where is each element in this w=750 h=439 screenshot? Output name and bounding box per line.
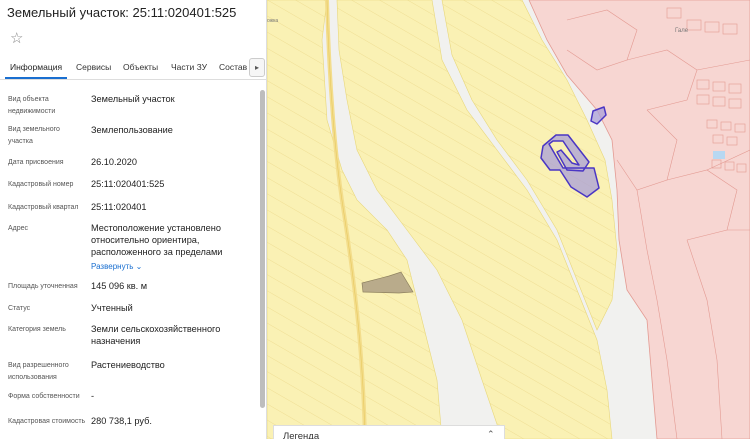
- cadastral-value: 280 738,1 руб.: [91, 416, 152, 426]
- row-label: Площадь уточненная: [8, 283, 78, 290]
- row-label: Адрес: [8, 225, 29, 232]
- legend-label: Легенда: [283, 431, 320, 439]
- row-value: 26.10.2020: [91, 157, 137, 167]
- row-label: Статус: [8, 305, 31, 312]
- chevron-down-icon: ⌄: [135, 262, 143, 271]
- active-tab-indicator: [5, 77, 67, 79]
- tab-information[interactable]: Информация: [10, 62, 62, 72]
- address-value: Местоположение установлено относительно …: [91, 223, 223, 257]
- chevron-right-icon[interactable]: ▸: [249, 58, 265, 77]
- row-label: Вид разрешенного использования: [8, 362, 69, 381]
- tab-objects[interactable]: Объекты: [123, 62, 158, 72]
- star-icon[interactable]: ☆: [10, 31, 26, 47]
- road-label: ожка: [267, 18, 279, 24]
- expand-link-label: Развернуть: [91, 262, 134, 271]
- expand-link[interactable]: Развернуть ⌄: [91, 262, 142, 271]
- row-value: Земельный участок: [91, 94, 175, 104]
- chevron-up-icon[interactable]: ⌃: [487, 429, 495, 439]
- area-value: 145 096 кв. м: [91, 281, 148, 291]
- row-label: Дата присвоения: [8, 159, 64, 166]
- row-label: Кадастровая стоимость: [8, 418, 86, 425]
- row-label: Кадастровый квартал: [8, 204, 79, 211]
- cadastral-number: 25:11:020401:525: [91, 179, 165, 189]
- cadastral-map[interactable]: ожка Гале: [267, 0, 750, 439]
- info-panel: Земельный участок: 25:11:020401:525 ☆ Ин…: [0, 0, 267, 439]
- tab-services[interactable]: Сервисы: [76, 62, 111, 72]
- tab-composition[interactable]: Состав: [219, 62, 247, 72]
- legend-panel[interactable]: Легенда ⌃: [273, 425, 505, 439]
- row-value: Растениеводство: [91, 360, 165, 370]
- row-value: Землепользование: [91, 125, 173, 135]
- panel-title: Земельный участок: 25:11:020401:525: [7, 5, 237, 20]
- tabs-bar: Информация Сервисы Объекты Части ЗУ Сост…: [0, 55, 266, 80]
- row-value: Земли сельскохозяйственного назначения: [91, 324, 221, 346]
- status-value: Учтенный: [91, 303, 133, 313]
- town-label: Гале: [675, 28, 689, 34]
- scrollbar-thumb[interactable]: [260, 90, 265, 408]
- row-label: Вид земельного участка: [8, 126, 60, 145]
- row-label: Категория земель: [8, 326, 66, 333]
- tab-parts[interactable]: Части ЗУ: [171, 62, 207, 72]
- attributes-list: Вид объекта недвижимости Земельный участ…: [0, 80, 258, 439]
- row-label: Кадастровый номер: [8, 181, 74, 188]
- row-value: 25:11:020401: [91, 202, 147, 212]
- map-canvas[interactable]: [267, 0, 750, 439]
- row-label: Форма собственности: [8, 393, 80, 400]
- row-label: Вид объекта недвижимости: [8, 96, 56, 115]
- row-value: -: [91, 391, 95, 401]
- water-body: [713, 151, 725, 159]
